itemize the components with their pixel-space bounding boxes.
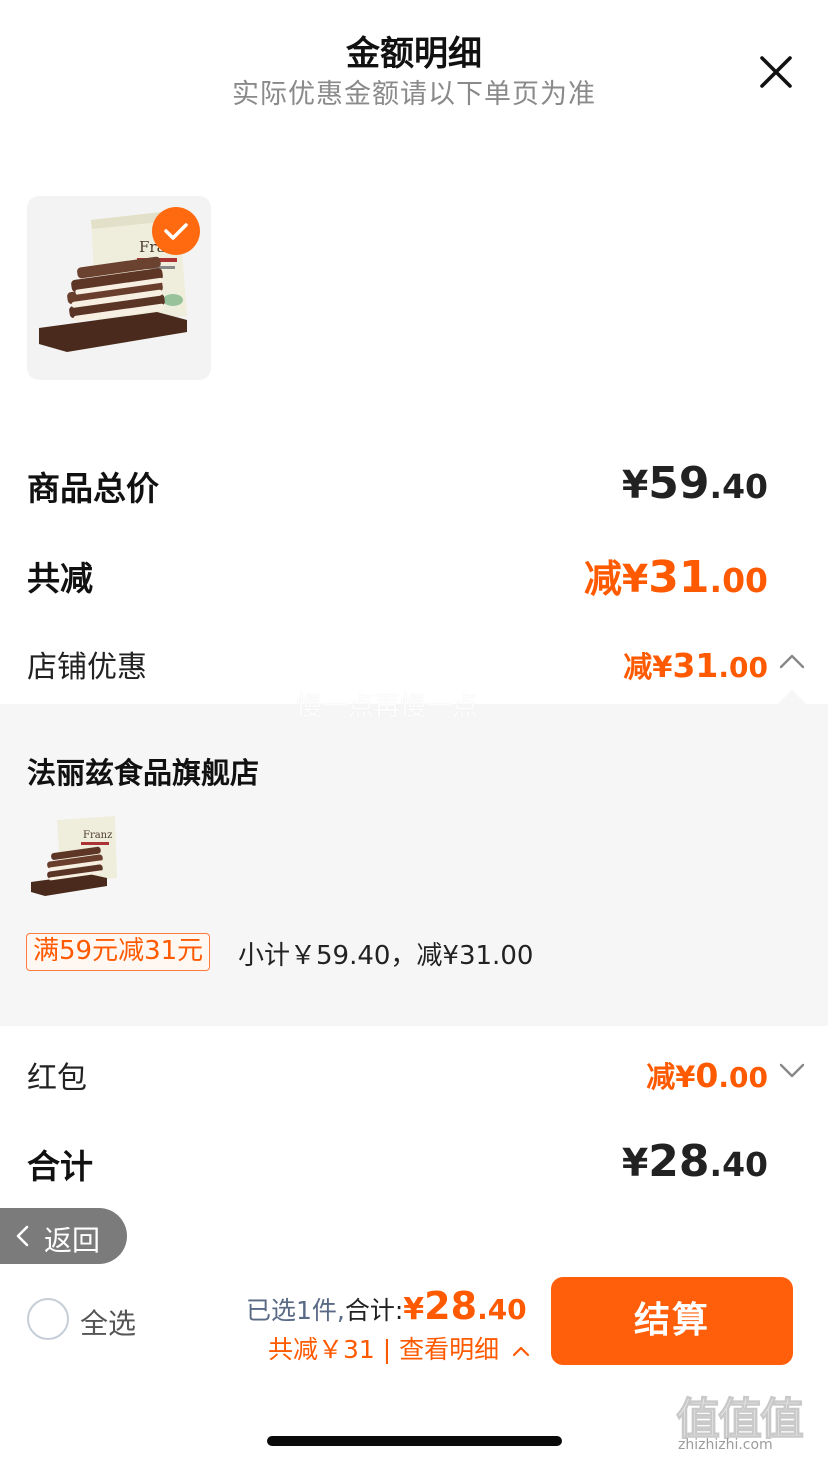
footer-total-yen: ¥ <box>403 1292 425 1327</box>
watermark-url: zhizhizhi.com <box>678 1437 773 1453</box>
grand-total-label: 合计 <box>27 1147 93 1186</box>
site-watermark: 值值值 zhizhizhi.com <box>676 1383 822 1461</box>
svg-text:Franz: Franz <box>83 830 112 841</box>
promo-tag: 满59元减31元 <box>26 933 211 971</box>
footer-summary: 已选1件,合计:¥28.40 <box>246 1284 527 1328</box>
store-subtotal: 小计￥59.40，减¥31.00 <box>238 941 534 971</box>
chevron-down-icon[interactable] <box>778 1062 806 1080</box>
back-button[interactable]: 返回 <box>0 1208 127 1264</box>
store-discount-amount[interactable]: 减¥31.00 <box>623 644 768 686</box>
goods-total-amount: ¥59.40 <box>621 458 768 509</box>
footer-total-int: 28 <box>424 1284 478 1328</box>
red-packet-amount[interactable]: 减¥0.00 <box>646 1054 768 1096</box>
footer-total-label: 合计: <box>344 1296 404 1325</box>
grand-total-amount: ¥28.40 <box>621 1136 768 1187</box>
page-subtitle: 实际优惠金额请以下单页为准 <box>232 79 596 110</box>
home-indicator <box>267 1436 562 1446</box>
goods-total-label: 商品总价 <box>27 469 159 508</box>
select-all-radio[interactable] <box>27 1298 69 1340</box>
watermark-text: 慢一点再慢一点 <box>296 692 479 722</box>
product-checked-icon[interactable] <box>152 207 200 255</box>
store-product-thumbnail[interactable]: Franz <box>27 816 119 900</box>
red-packet-label[interactable]: 红包 <box>27 1053 87 1097</box>
chevron-up-small-icon <box>512 1346 530 1357</box>
back-button-label: 返回 <box>44 1224 101 1257</box>
close-icon[interactable] <box>756 52 796 92</box>
view-details-link[interactable]: 共减￥31 | 查看明细 <box>268 1330 531 1366</box>
store-name[interactable]: 法丽兹食品旗舰店 <box>27 750 259 792</box>
header: 金额明细 实际优惠金额请以下单页为准 <box>0 0 828 120</box>
total-discount-label: 共减 <box>27 559 93 598</box>
footer-total-dec: .40 <box>477 1293 527 1326</box>
checkout-button[interactable]: 结算 <box>551 1277 793 1365</box>
chevron-left-icon <box>16 1225 29 1247</box>
select-all-label[interactable]: 全选 <box>80 1302 136 1342</box>
chevron-up-icon[interactable] <box>778 652 806 670</box>
selected-count: 已选1件, <box>246 1296 345 1325</box>
page-title: 金额明细 <box>346 34 482 74</box>
store-discount-label[interactable]: 店铺优惠 <box>27 642 147 686</box>
total-discount-amount: 减¥31.00 <box>583 552 768 603</box>
